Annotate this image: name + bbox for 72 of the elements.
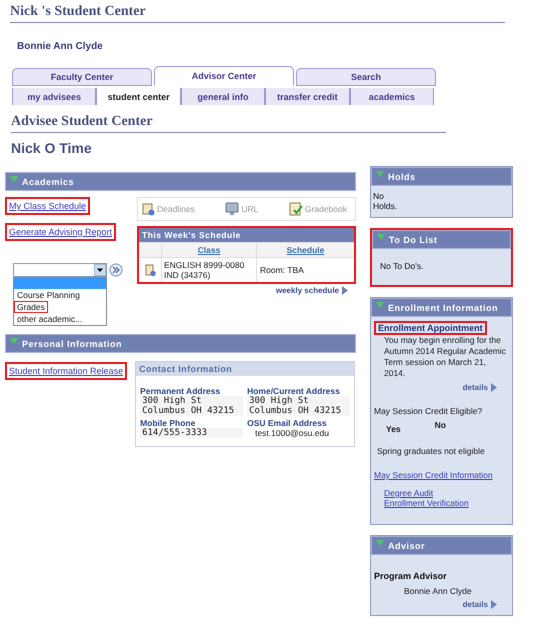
answer-text: No <box>434 420 446 432</box>
column-header[interactable]: Class <box>198 245 220 255</box>
panel-title: Contact Information <box>136 362 354 376</box>
section-title: Personal Information <box>22 338 122 348</box>
subtab[interactable]: my advisees <box>12 88 96 105</box>
table-cell: ENGLISH 8999-0080 IND (34376) <box>162 258 257 282</box>
field-value: 300 High St <box>140 396 244 406</box>
dropdown-option[interactable]: Grades <box>14 301 48 313</box>
go-icon[interactable] <box>109 263 123 277</box>
field-label: OSU Email Address <box>247 418 328 428</box>
arrow-icon <box>342 286 348 295</box>
field-label: Mobile Phone <box>140 418 196 428</box>
appointment-text: You may begin enrolling for the Autumn 2014 Regular Academic Term session on March 21, 2014. <box>383 335 507 379</box>
weekly-schedule-link[interactable]: weekly schedule <box>276 286 348 295</box>
note-text: Spring graduates not eligible <box>377 446 486 456</box>
collapse-triangle-icon[interactable] <box>376 540 384 546</box>
student-name: Nick O Time <box>11 140 93 156</box>
panel-text: No To Do's. <box>379 260 425 273</box>
dropdown-arrow-icon[interactable] <box>94 264 106 276</box>
subtab[interactable]: academics <box>350 88 434 105</box>
collapse-triangle-icon[interactable] <box>10 176 18 182</box>
field-value: 614/555-3333 <box>140 428 244 438</box>
checklist-icon[interactable] <box>288 202 303 216</box>
tab[interactable]: Search <box>296 68 436 86</box>
field-label: Permanent Address <box>140 386 222 396</box>
page-title: Nick 's Student Center <box>10 4 505 23</box>
tab[interactable]: Advisor Center <box>154 66 294 86</box>
link[interactable]: Degree Audit <box>384 488 509 498</box>
dropdown-option[interactable]: Course Planning <box>14 289 83 301</box>
link[interactable]: Enrollment Verification <box>384 498 509 508</box>
dropdown-option[interactable]: other academic... <box>14 313 86 325</box>
details-link[interactable]: details <box>462 600 497 609</box>
user-name: Bonnie Ann Clyde <box>17 41 104 52</box>
table-cell-text: Room: TBA <box>259 264 305 277</box>
section-title: Academics <box>22 176 74 186</box>
panel-text: No Holds. <box>372 190 398 213</box>
column-header[interactable]: Schedule <box>286 245 324 255</box>
advisor-name: Bonnie Ann Clyde <box>404 586 473 596</box>
table-title: This Week's Schedule <box>139 228 354 242</box>
link[interactable]: My Class Schedule <box>5 197 90 215</box>
field-value: Columbus OH 43215 <box>247 406 350 416</box>
field-label: Home/Current Address <box>247 386 341 396</box>
collapse-triangle-icon[interactable] <box>376 302 384 308</box>
subtab[interactable]: student center <box>96 88 181 105</box>
link[interactable]: May Session Credit Information <box>374 470 509 480</box>
question-text: May Session Credit Eligible? <box>374 406 484 416</box>
collapse-triangle-icon[interactable] <box>10 338 18 344</box>
appointment-heading: Enrollment Appointment <box>374 321 487 335</box>
panel-title: Enrollment Information <box>388 302 498 312</box>
dropdown-field[interactable] <box>13 263 107 277</box>
panel-title: Advisor <box>388 540 426 550</box>
subtab[interactable]: general info <box>180 88 266 105</box>
link[interactable]: Generate Advising Report <box>5 223 116 241</box>
advisor-role: Program Advisor <box>374 571 448 581</box>
details-link[interactable]: details <box>462 383 497 392</box>
link[interactable]: Student Information Release <box>5 362 128 380</box>
panel-title: Holds <box>388 172 416 182</box>
subtab[interactable]: transfer credit <box>265 88 350 105</box>
monitor-icon[interactable] <box>225 202 240 216</box>
arrow-icon <box>491 383 497 392</box>
panel-title: To Do List <box>389 234 438 244</box>
field-value: Columbus OH 43215 <box>140 406 244 416</box>
field-value: test.1000@osu.edu <box>254 428 330 438</box>
collapse-triangle-icon[interactable] <box>377 234 385 240</box>
arrow-icon <box>491 600 497 609</box>
answer-text: Yes <box>386 424 401 434</box>
calendar-icon <box>144 264 156 276</box>
section-title: Advisee Student Center <box>11 114 446 133</box>
field-value: 300 High St <box>247 396 350 406</box>
tab[interactable]: Faculty Center <box>12 68 152 86</box>
collapse-triangle-icon[interactable] <box>376 171 384 177</box>
calendar-icon[interactable] <box>142 202 155 216</box>
